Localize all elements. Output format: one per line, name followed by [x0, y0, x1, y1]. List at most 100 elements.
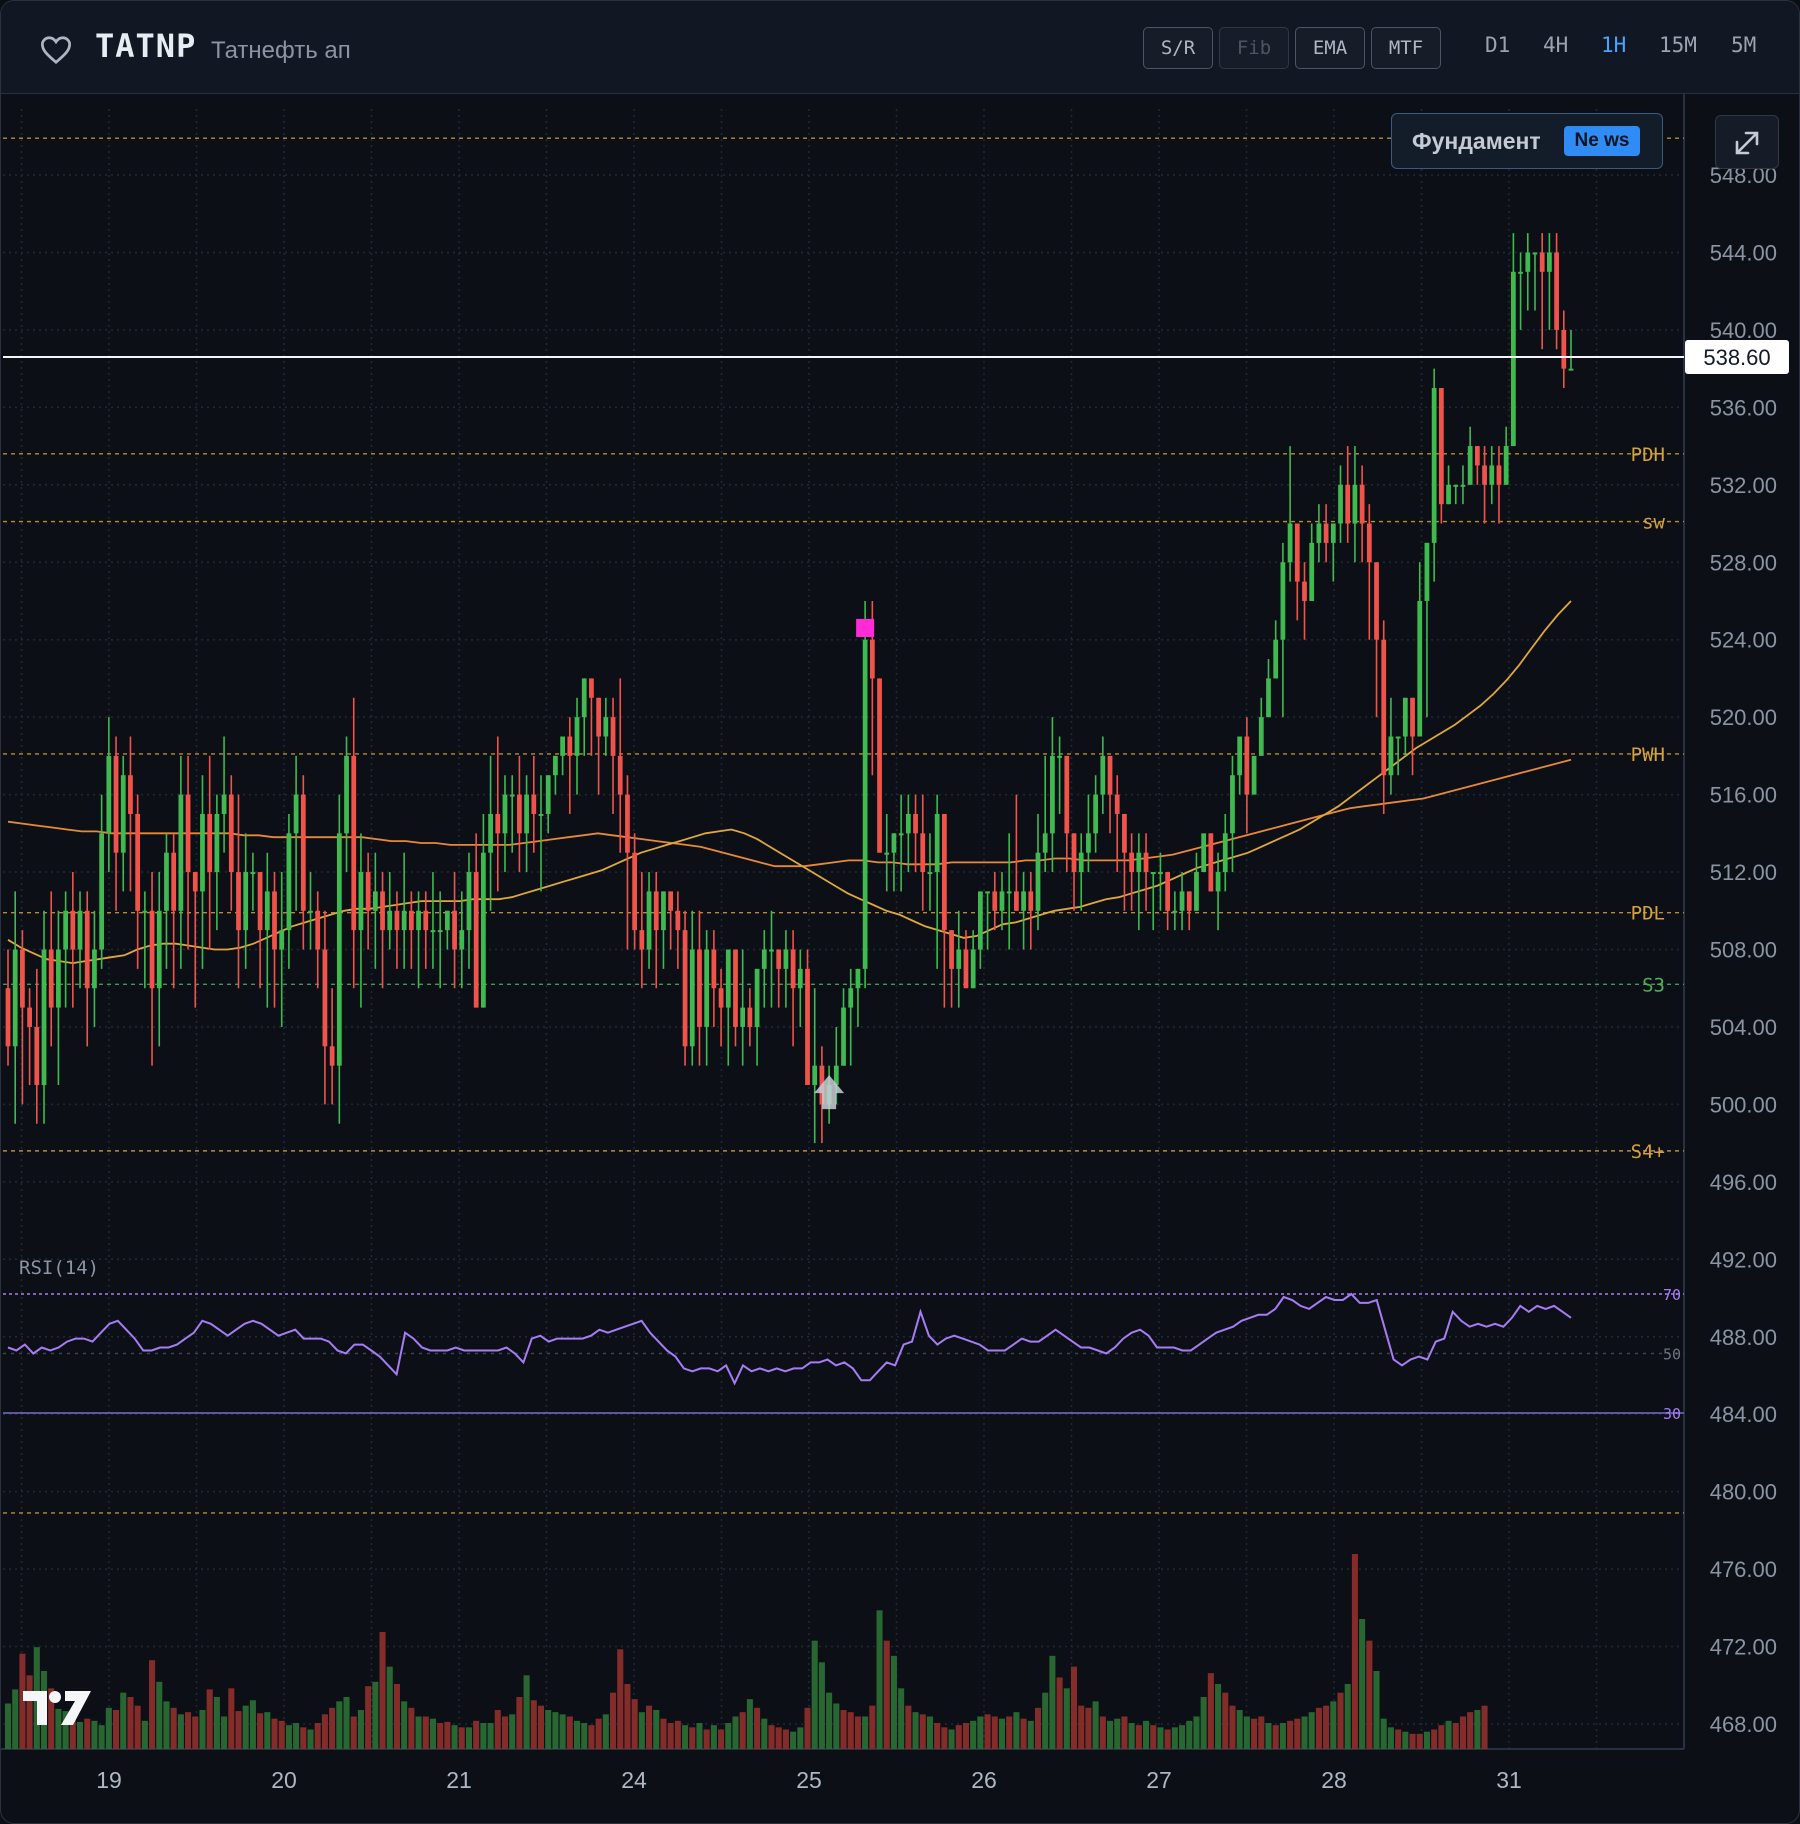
news-badge: Ne ws	[1564, 126, 1640, 156]
candle-body	[1345, 484, 1351, 524]
volume-bar	[991, 1716, 998, 1749]
y-tick-label: 532.00	[1710, 473, 1777, 498]
candle-body	[1309, 542, 1315, 601]
volume-bar	[343, 1697, 350, 1749]
candle-body	[1352, 484, 1358, 524]
candle-body	[1338, 484, 1343, 524]
candle-body	[668, 891, 674, 911]
ema-fast-line	[7, 600, 1572, 965]
candle-body	[1568, 368, 1574, 371]
candle-body	[322, 949, 328, 1047]
volume-bar	[977, 1716, 984, 1749]
candle-body	[1158, 872, 1163, 875]
volume-bar	[1013, 1712, 1020, 1749]
volume-bar	[1092, 1701, 1099, 1749]
volume-bar	[480, 1723, 487, 1749]
candle-body	[956, 949, 962, 969]
candle-body	[1489, 465, 1495, 485]
volume-bar	[307, 1729, 314, 1749]
expand-button[interactable]	[1715, 115, 1779, 169]
candle-body	[725, 949, 731, 1008]
candle-body	[250, 872, 256, 875]
volume-bar	[1330, 1701, 1337, 1749]
volume-bar	[660, 1718, 667, 1749]
volume-bar	[674, 1720, 681, 1749]
candle-body	[1280, 562, 1286, 640]
candle-body	[358, 872, 364, 931]
candle-body	[812, 1065, 818, 1086]
candle-body	[1078, 852, 1084, 873]
last-price-label: 538.60	[1703, 345, 1770, 370]
candle-body	[481, 852, 486, 1008]
volume-bar	[653, 1710, 660, 1749]
candle-body	[963, 949, 969, 989]
candle-body	[718, 988, 724, 1008]
volume-bar	[408, 1707, 415, 1749]
candle-body	[34, 1026, 40, 1086]
y-tick-label: 472.00	[1710, 1635, 1777, 1660]
candle-body	[517, 794, 522, 834]
candle-body	[682, 930, 688, 1047]
candle-body	[761, 949, 767, 969]
candle-body	[344, 755, 349, 834]
volume-bar	[559, 1714, 566, 1749]
volume-bar	[1402, 1731, 1409, 1749]
candle-body	[1107, 755, 1113, 795]
volume-bar	[271, 1718, 278, 1749]
volume-bar	[329, 1707, 336, 1749]
candle-body	[1417, 600, 1423, 737]
volume-bar	[206, 1689, 213, 1749]
candle-body	[1050, 755, 1055, 834]
volume-bar	[617, 1649, 624, 1749]
volume-bar	[1193, 1716, 1200, 1749]
candle-body	[920, 833, 926, 873]
candle-body	[488, 813, 493, 853]
candle-body	[1222, 833, 1228, 873]
candle-body	[1086, 833, 1091, 853]
volume-bar	[1099, 1716, 1106, 1749]
candle-body	[1266, 678, 1271, 718]
y-tick-label: 516.00	[1710, 783, 1777, 808]
volume-bar	[1344, 1684, 1351, 1749]
candle-body	[841, 1007, 846, 1066]
volume-bar	[192, 1716, 199, 1749]
volume-bar	[278, 1720, 285, 1749]
volume-bar	[926, 1716, 933, 1749]
candle-body	[41, 949, 47, 1086]
price-chart[interactable]: PDHswPWHPDLS3S4+705030RSI(14)538.60548.0…	[1, 1, 1800, 1824]
candle-body	[228, 794, 234, 873]
volume-bar	[919, 1714, 926, 1749]
candle-body	[574, 717, 580, 756]
candle-body	[531, 794, 537, 814]
y-tick-label: 536.00	[1710, 395, 1777, 420]
candle-body	[1208, 833, 1214, 892]
candle-body	[459, 930, 465, 950]
volume-bar	[1308, 1712, 1315, 1749]
volume-bar	[365, 1686, 372, 1749]
volume-bar	[1359, 1619, 1366, 1749]
buy-signal-arrow-icon	[814, 1075, 845, 1110]
candle-body	[610, 717, 616, 756]
volume-bar	[537, 1705, 545, 1749]
volume-bar	[1215, 1684, 1222, 1749]
candle-body	[1330, 523, 1336, 543]
candle-body	[48, 949, 54, 1008]
volume-bar	[1135, 1725, 1142, 1749]
chart-frame: TATNP Татнефть ап S/R Fib EMA MTF D1 4H …	[0, 0, 1800, 1824]
candle-body	[1165, 872, 1171, 911]
candle-body	[1201, 833, 1207, 873]
candle-body	[1251, 755, 1257, 795]
volume-bar	[293, 1723, 300, 1749]
volume-bar	[314, 1723, 321, 1749]
volume-bar	[393, 1684, 400, 1749]
candle-body	[1057, 755, 1062, 758]
fundamental-news-button[interactable]: Фундамент Ne ws	[1391, 113, 1663, 169]
candle-body	[113, 755, 119, 853]
volume-bar	[1445, 1720, 1452, 1749]
volume-bar	[1229, 1705, 1236, 1749]
candle-body	[855, 968, 861, 989]
volume-bar	[321, 1714, 328, 1749]
volume-bar	[12, 1689, 19, 1749]
candle-body	[236, 872, 241, 931]
volume-bar	[516, 1697, 523, 1749]
